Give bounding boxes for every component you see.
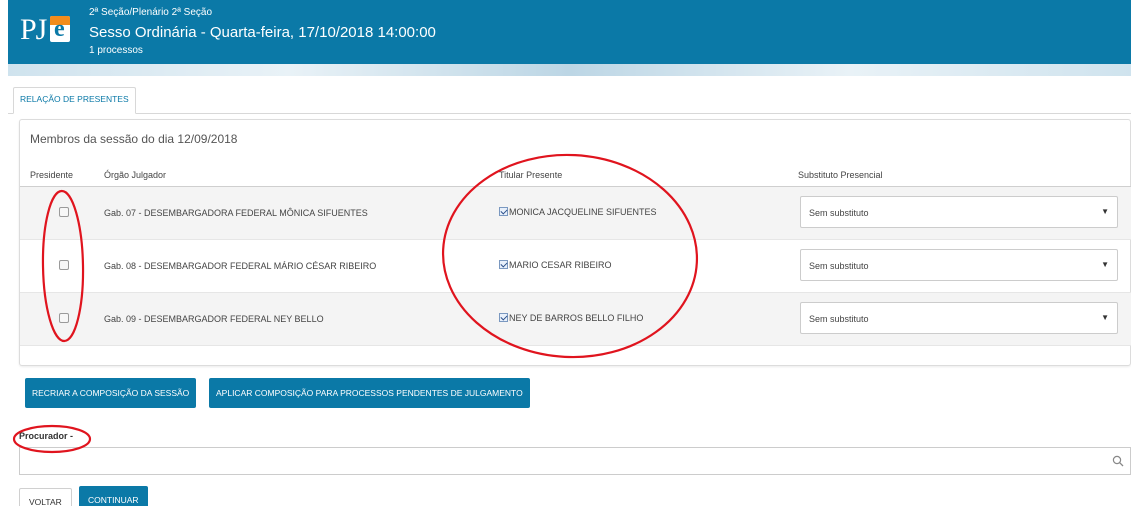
- members-panel: Membros da sessão do dia 12/09/2018 Pres…: [19, 119, 1131, 366]
- titular-name: NEY DE BARROS BELLO FILHO: [509, 313, 644, 323]
- titular-checkbox[interactable]: [499, 207, 508, 216]
- caret-down-icon: ▼: [1101, 207, 1109, 216]
- orgao-julgador: Gab. 07 - DESEMBARGADORA FEDERAL MÔNICA …: [104, 208, 368, 218]
- procurador-input[interactable]: [19, 447, 1131, 475]
- caret-down-icon: ▼: [1101, 260, 1109, 269]
- substituto-select[interactable]: Sem substituto ▼: [800, 196, 1118, 228]
- app-header: PJ e 2ª Seção/Plenário 2ª Seção Sesso Or…: [8, 0, 1131, 64]
- tab-bar: RELAÇÃO DE PRESENTES: [8, 76, 1131, 114]
- table-row: Gab. 08 - DESEMBARGADOR FEDERAL MÁRIO CÉ…: [20, 240, 1131, 293]
- titular-presente[interactable]: MONICA JACQUELINE SIFUENTES: [499, 207, 657, 217]
- substituto-value: Sem substituto: [809, 261, 869, 271]
- search-icon[interactable]: [1112, 455, 1124, 467]
- session-subtitle: 2ª Seção/Plenário 2ª Seção: [89, 7, 213, 18]
- column-header-orgao: Órgão Julgador: [104, 170, 167, 180]
- presidente-checkbox[interactable]: [59, 207, 69, 217]
- orgao-julgador: Gab. 08 - DESEMBARGADOR FEDERAL MÁRIO CÉ…: [104, 261, 377, 271]
- titular-presente[interactable]: MARIO CESAR RIBEIRO: [499, 260, 612, 270]
- orgao-julgador: Gab. 09 - DESEMBARGADOR FEDERAL NEY BELL…: [104, 314, 324, 324]
- titular-checkbox[interactable]: [499, 260, 508, 269]
- column-header-substituto: Substituto Presencial: [798, 170, 883, 180]
- aplicar-composicao-button[interactable]: APLICAR COMPOSIÇÃO PARA PROCESSOS PENDEN…: [209, 378, 530, 408]
- header-decoration: [8, 64, 1131, 76]
- continuar-button[interactable]: CONTINUAR: [79, 486, 148, 506]
- caret-down-icon: ▼: [1101, 313, 1109, 322]
- process-count: 1 processos: [89, 45, 143, 56]
- pje-logo: PJ e: [14, 10, 70, 50]
- column-header-titular: Titular Presente: [499, 170, 563, 180]
- titular-checkbox[interactable]: [499, 313, 508, 322]
- substituto-value: Sem substituto: [809, 208, 869, 218]
- titular-presente[interactable]: NEY DE BARROS BELLO FILHO: [499, 313, 643, 323]
- substituto-value: Sem substituto: [809, 314, 869, 324]
- procurador-label: Procurador -: [19, 431, 74, 441]
- presidente-checkbox[interactable]: [59, 313, 69, 323]
- presidente-checkbox[interactable]: [59, 260, 69, 270]
- table-row: Gab. 09 - DESEMBARGADOR FEDERAL NEY BELL…: [20, 293, 1131, 346]
- voltar-button[interactable]: VOLTAR: [19, 488, 72, 506]
- session-title: Sesso Ordinária - Quarta-feira, 17/10/20…: [89, 24, 436, 41]
- tab-relacao-de-presentes[interactable]: RELAÇÃO DE PRESENTES: [13, 87, 136, 114]
- substituto-select[interactable]: Sem substituto ▼: [800, 249, 1118, 281]
- recriar-composicao-button[interactable]: RECRIAR A COMPOSIÇÃO DA SESSÃO: [25, 378, 197, 408]
- titular-name: MARIO CESAR RIBEIRO: [509, 260, 612, 270]
- substituto-select[interactable]: Sem substituto ▼: [800, 302, 1118, 334]
- panel-title: Membros da sessão do dia 12/09/2018: [30, 132, 238, 146]
- titular-name: MONICA JACQUELINE SIFUENTES: [509, 207, 657, 217]
- table-row: Gab. 07 - DESEMBARGADORA FEDERAL MÔNICA …: [20, 187, 1131, 240]
- column-header-presidente: Presidente: [30, 170, 74, 180]
